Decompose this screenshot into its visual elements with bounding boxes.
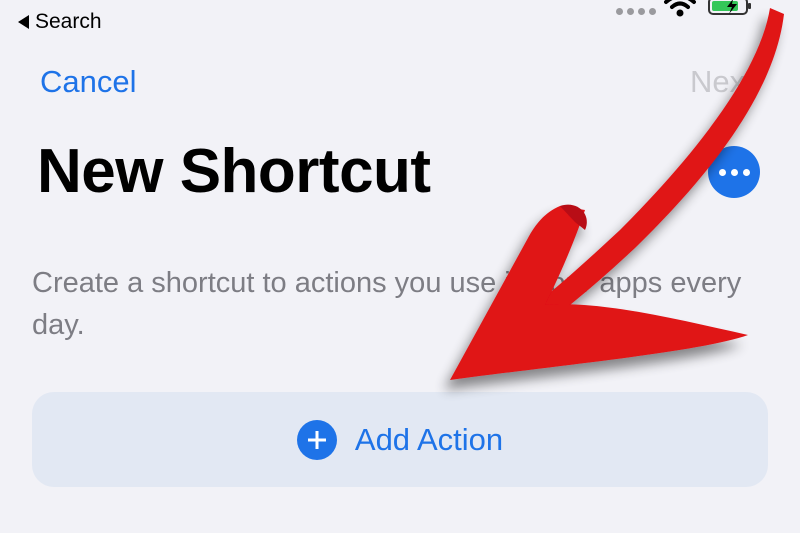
plus-circle-icon (296, 419, 337, 460)
cancel-button[interactable]: Cancel (40, 64, 137, 100)
page-title: New Shortcut (37, 137, 431, 206)
add-action-button[interactable]: Add Action (32, 392, 768, 487)
next-button[interactable]: Next (690, 64, 754, 100)
shortcut-screen: Search Cancel Next New Shortcut Create a… (0, 0, 800, 533)
back-label: Search (35, 10, 102, 33)
cellular-signal-icon (616, 8, 656, 15)
back-to-search-link[interactable]: Search (18, 10, 102, 34)
add-action-label: Add Action (354, 421, 504, 457)
status-bar: Search (0, 0, 800, 44)
shortcut-description: Create a shortcut to actions you use in … (32, 267, 742, 341)
ellipsis-icon[interactable] (708, 146, 760, 198)
wifi-icon (664, 0, 696, 17)
back-triangle-icon (18, 15, 29, 29)
battery-charging-icon (708, 0, 751, 15)
